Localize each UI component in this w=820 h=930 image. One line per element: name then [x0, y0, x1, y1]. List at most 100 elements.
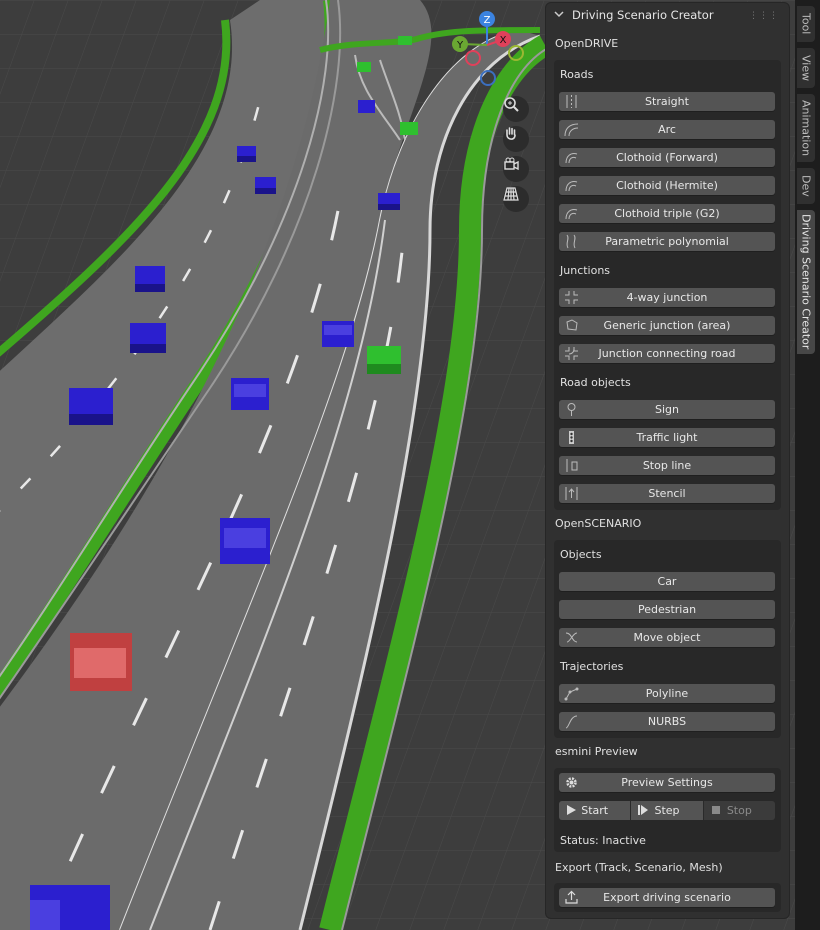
export-title: Export (Track, Scenario, Mesh) [555, 861, 723, 874]
tab-driving-scenario-creator[interactable]: Driving Scenario Creator [797, 210, 815, 354]
button-label: Traffic light [636, 431, 698, 444]
gear-icon [566, 777, 577, 788]
tab-label: Tool [799, 13, 813, 35]
step-button[interactable]: Step [630, 801, 703, 820]
drag-grip-icon[interactable]: ⋮⋮⋮ [749, 11, 779, 21]
junction-area-icon [566, 319, 578, 331]
y-axis-label: Y [456, 40, 464, 51]
driving-scenario-panel: Driving Scenario Creator ⋮⋮⋮ OpenDRIVE R… [546, 3, 789, 918]
chevron-down-icon [554, 8, 566, 22]
zoom-icon[interactable] [503, 96, 529, 122]
tab-label: Animation [799, 99, 813, 157]
move-object-icon [565, 632, 578, 643]
openscenario-box: Objects Car Pedestrian Move object Traje… [554, 540, 781, 738]
button-label: Junction connecting road [598, 347, 736, 360]
grid-perspective-icon[interactable] [503, 186, 529, 212]
button-label: Move object [633, 631, 701, 644]
junction-icon [565, 291, 578, 304]
export-button[interactable]: Export driving scenario [559, 888, 775, 907]
stop-icon [711, 806, 720, 814]
parametric-polynomial-button[interactable]: Parametric polynomial [559, 232, 775, 251]
button-label: Preview Settings [621, 776, 713, 789]
move-object-button[interactable]: Move object [559, 628, 775, 647]
polyline-icon [564, 687, 579, 701]
button-label: Polyline [645, 687, 689, 700]
trajectories-label: Trajectories [560, 660, 624, 673]
opendrive-title: OpenDRIVE [555, 37, 619, 50]
step-icon [638, 805, 649, 815]
straight-button[interactable]: Straight [559, 92, 775, 111]
tab-animation[interactable]: Animation [797, 94, 815, 162]
preview-settings-button[interactable]: Preview Settings [559, 773, 775, 792]
nurbs-button[interactable]: NURBS [559, 712, 775, 731]
button-label: Clothoid triple (G2) [614, 207, 720, 220]
road-objects-label: Road objects [560, 376, 631, 389]
sidebar-tabs: Tool View Animation Dev Driving Scenario… [795, 0, 820, 930]
button-label: Stencil [648, 487, 686, 500]
roads-label: Roads [560, 68, 594, 81]
pedestrian-button[interactable]: Pedestrian [559, 600, 775, 619]
button-label: Clothoid (Hermite) [616, 179, 718, 192]
button-label: Stop [726, 804, 752, 817]
tab-view[interactable]: View [797, 48, 815, 88]
clothoid-icon [565, 153, 578, 164]
polyline-button[interactable]: Polyline [559, 684, 775, 703]
stencil-button[interactable]: Stencil [559, 484, 775, 503]
stencil-icon [565, 487, 578, 500]
button-label: Step [654, 804, 680, 817]
arc-button[interactable]: Arc [559, 120, 775, 139]
straight-road-icon [566, 95, 577, 108]
button-label: Car [657, 575, 677, 588]
stop-button[interactable]: Stop [702, 801, 775, 820]
opendrive-box: Roads Straight Arc Clothoid (Forward) Cl… [554, 60, 781, 510]
clothoid-icon [565, 209, 578, 220]
button-label: Straight [645, 95, 689, 108]
esmini-box: Preview Settings Start Step Stop Status:… [554, 768, 781, 852]
button-label: 4-way junction [626, 291, 708, 304]
traffic-light-icon [569, 431, 574, 444]
nurbs-curve-icon [565, 715, 578, 729]
button-label: Clothoid (Forward) [616, 151, 718, 164]
z-axis-label: Z [484, 15, 491, 26]
panel-title: Driving Scenario Creator [572, 8, 714, 22]
tab-tool[interactable]: Tool [797, 6, 815, 42]
traffic-light-button[interactable]: Traffic light [559, 428, 775, 447]
stop-line-icon [566, 459, 578, 472]
sign-icon [567, 403, 576, 416]
esmini-title: esmini Preview [555, 745, 638, 758]
four-way-junction-button[interactable]: 4-way junction [559, 288, 775, 307]
junction-connecting-road-button[interactable]: Junction connecting road [559, 344, 775, 363]
sign-button[interactable]: Sign [559, 400, 775, 419]
start-button[interactable]: Start [559, 801, 631, 820]
junctions-label: Junctions [560, 264, 611, 277]
objects-label: Objects [560, 548, 602, 561]
button-label: Generic junction (area) [603, 319, 731, 332]
arc-road-icon [564, 123, 579, 137]
clothoid-triple-button[interactable]: Clothoid triple (G2) [559, 204, 775, 223]
clothoid-hermite-button[interactable]: Clothoid (Hermite) [559, 176, 775, 195]
polynomial-road-icon [566, 234, 576, 249]
export-icon [565, 890, 578, 904]
export-box: Export driving scenario [554, 883, 781, 912]
camera-icon[interactable] [503, 156, 529, 182]
hand-pan-icon[interactable] [503, 126, 529, 152]
button-label: Parametric polynomial [605, 235, 729, 248]
status-text: Status: Inactive [560, 834, 646, 847]
car-button[interactable]: Car [559, 572, 775, 591]
play-icon [567, 805, 576, 815]
clothoid-forward-button[interactable]: Clothoid (Forward) [559, 148, 775, 167]
x-axis-label: X [500, 35, 507, 46]
button-label: Export driving scenario [603, 891, 731, 904]
tab-label: Driving Scenario Creator [799, 214, 813, 350]
openscenario-title: OpenSCENARIO [555, 517, 642, 530]
panel-header[interactable]: Driving Scenario Creator ⋮⋮⋮ [546, 3, 789, 27]
button-label: Arc [658, 123, 676, 136]
stop-line-button[interactable]: Stop line [559, 456, 775, 475]
generic-junction-button[interactable]: Generic junction (area) [559, 316, 775, 335]
clothoid-icon [565, 181, 578, 192]
playback-controls: Start Step Stop [559, 801, 775, 820]
tab-label: Dev [799, 175, 813, 197]
button-label: Pedestrian [637, 603, 697, 616]
tab-dev[interactable]: Dev [797, 168, 815, 204]
tab-label: View [799, 54, 813, 82]
